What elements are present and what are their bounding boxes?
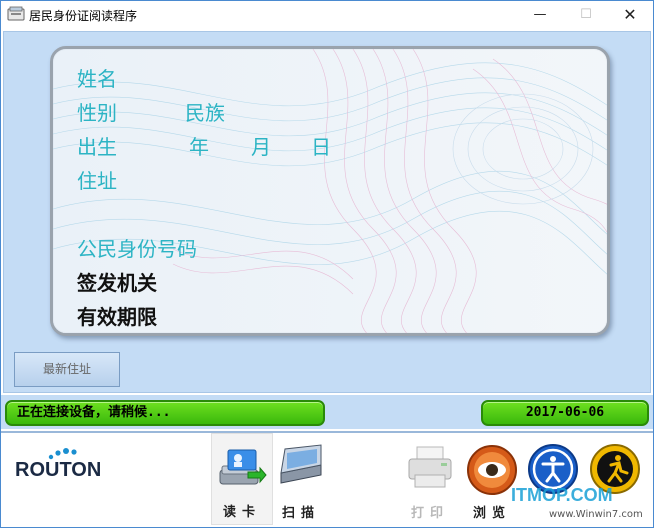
routon-logo: ROUTON: [15, 447, 105, 487]
watermark: ITMOP.COM: [511, 485, 613, 505]
card-display-area: 姓名 性别 民族 出生 年 月 日 住址 公民身份号码 签发机关 有效期限 最新…: [3, 31, 651, 393]
ethnicity-label: 民族: [185, 101, 225, 125]
scan-button[interactable]: 扫描: [275, 433, 327, 525]
watermark-url: www.Winwin7.com: [549, 509, 643, 520]
gender-label: 性别: [77, 101, 117, 125]
birth-label: 出生: [77, 135, 117, 159]
maximize-button[interactable]: ☐: [563, 1, 609, 29]
id-card-panel: 姓名 性别 民族 出生 年 月 日 住址 公民身份号码 签发机关 有效期限: [50, 46, 610, 336]
printer-icon: [408, 446, 452, 488]
birth-year-label: 年: [189, 135, 209, 159]
browse-button[interactable]: 浏览: [463, 433, 521, 525]
status-date: 2017-06-06: [481, 400, 649, 426]
id-number-label: 公民身份号码: [77, 237, 197, 261]
issuer-label: 签发机关: [77, 271, 157, 295]
scan-label: 扫描: [281, 506, 320, 521]
address-label: 住址: [77, 169, 117, 193]
birth-month-label: 月: [251, 135, 271, 159]
card-reader-icon: [219, 449, 267, 485]
app-window: 居民身份证阅读程序 — ☐ ✕ 姓名 性别 民族 出生 年 月 日 住址 公民身…: [0, 0, 654, 528]
status-message: 正在连接设备，请稍候...: [5, 400, 325, 426]
title-bar[interactable]: 居民身份证阅读程序 — ☐ ✕: [1, 1, 653, 29]
minimize-button[interactable]: —: [517, 1, 563, 29]
scanner-icon: [280, 444, 322, 484]
window-title: 居民身份证阅读程序: [29, 9, 138, 23]
client-area: 姓名 性别 民族 出生 年 月 日 住址 公民身份号码 签发机关 有效期限 最新…: [1, 29, 653, 527]
logo-text: ROUTON: [15, 459, 102, 481]
name-label: 姓名: [77, 67, 117, 91]
validity-label: 有效期限: [77, 305, 157, 329]
print-button[interactable]: 打印: [403, 433, 457, 525]
read-card-label: 读卡: [222, 505, 261, 520]
status-bar: 正在连接设备，请稍候... 2017-06-06: [1, 395, 653, 429]
print-label: 打印: [410, 506, 449, 521]
close-button[interactable]: ✕: [607, 1, 653, 29]
app-icon: [7, 6, 25, 21]
new-address-button[interactable]: 最新住址: [14, 352, 120, 387]
read-card-button[interactable]: 读卡: [211, 433, 273, 525]
bottom-toolbar: ROUTON 读卡 扫描 打印 浏览 ITMOP.COM www.Winwin7…: [1, 431, 653, 527]
birth-day-label: 日: [311, 135, 331, 159]
